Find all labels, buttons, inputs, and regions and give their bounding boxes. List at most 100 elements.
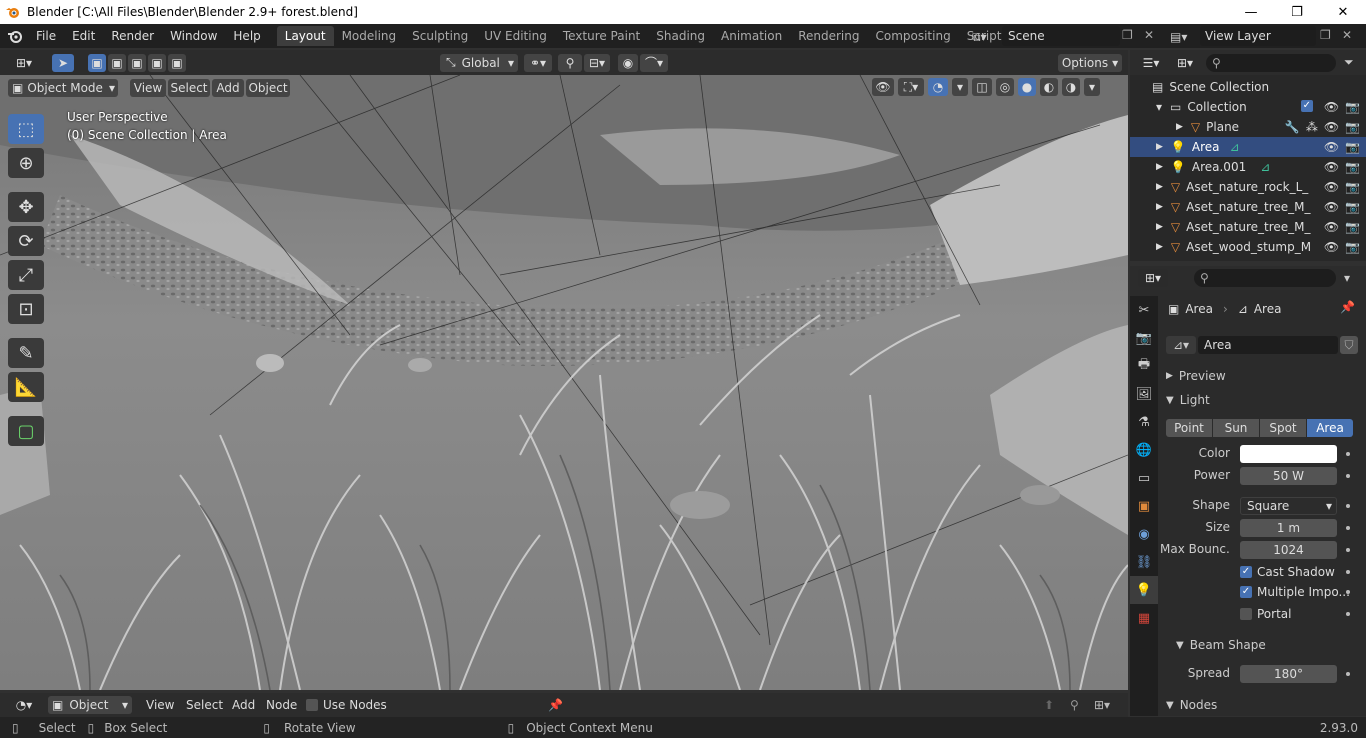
select-invert-icon[interactable]: ▣ [148, 53, 166, 72]
viewport-menu-object[interactable]: Object [246, 79, 290, 97]
eye-icon[interactable]: 👁 [1324, 160, 1339, 174]
scene-browse-icon[interactable]: ⧉▾ [972, 28, 1000, 46]
keyframe-dot-icon[interactable] [1346, 526, 1350, 530]
delete-scene-icon[interactable]: ✕ [1144, 28, 1162, 46]
expand-arrow-icon[interactable]: ▶ [1156, 242, 1163, 252]
camera-icon[interactable]: 📷 [1345, 160, 1360, 174]
light-type-sun[interactable]: Sun [1213, 419, 1259, 437]
eye-icon[interactable]: 👁 [1324, 240, 1339, 254]
pin-icon[interactable]: 📌 [1340, 300, 1355, 314]
node-menu-select[interactable]: Select [186, 698, 223, 712]
menu-file[interactable]: File [28, 29, 64, 43]
editor-type-icon[interactable]: ⊞▾ [8, 53, 40, 72]
physics-tab-icon[interactable]: ◉ [1130, 520, 1158, 548]
nodes-panel-header[interactable]: ▼ Nodes [1160, 695, 1366, 715]
proportional-edit-icon[interactable]: ◉ [618, 53, 638, 72]
node-editor-type-icon[interactable]: ◔▾ [8, 696, 40, 714]
close-button[interactable]: ✕ [1320, 0, 1366, 24]
outliner-scene-collection[interactable]: ▤ Scene Collection [1130, 77, 1366, 97]
eye-icon[interactable]: 👁 [1324, 200, 1339, 214]
eye-icon[interactable]: 👁 [1324, 100, 1339, 114]
expand-arrow-icon[interactable]: ▾ [1156, 100, 1162, 114]
chevron-down-icon[interactable]: ▾ [1344, 271, 1350, 285]
expand-arrow-icon[interactable]: ▶ [1156, 162, 1163, 172]
3d-viewport[interactable]: User Perspective (0) Scene Collection | … [0, 75, 1128, 690]
node-menu-add[interactable]: Add [232, 698, 255, 712]
expand-arrow-icon[interactable]: ▶ [1156, 142, 1163, 152]
camera-icon[interactable]: 📷 [1345, 240, 1360, 254]
view-layer-selector[interactable]: View Layer [1200, 26, 1316, 46]
select-new-icon[interactable]: ▣ [88, 53, 106, 72]
outliner-collection-row[interactable]: ▾ ▭ Collection ✓ 👁 📷 [1130, 97, 1366, 117]
datablock-name-field[interactable]: Area [1198, 336, 1338, 354]
menu-window[interactable]: Window [162, 29, 225, 43]
power-field[interactable]: 50 W [1240, 467, 1337, 485]
overlay-icon[interactable]: ◔ [928, 78, 948, 96]
tab-animation[interactable]: Animation [713, 26, 790, 46]
shader-type-dropdown[interactable]: ▣ Object ▾ [48, 696, 132, 714]
pin-icon[interactable]: 📌 [548, 698, 563, 712]
properties-editor-type-icon[interactable]: ⊞▾ [1138, 269, 1168, 287]
tool-tab-icon[interactable]: ✂ [1130, 296, 1158, 324]
menu-render[interactable]: Render [103, 29, 162, 43]
delete-view-layer-icon[interactable]: ✕ [1342, 28, 1360, 46]
datablock-browse-icon[interactable]: ⊿▾ [1166, 336, 1196, 354]
eye-icon[interactable]: 👁 [1324, 140, 1339, 154]
snap-toggle-icon[interactable]: ⚲ [558, 53, 582, 72]
texture-tab-icon[interactable]: ▦ [1130, 604, 1158, 632]
node-menu-node[interactable]: Node [266, 698, 297, 712]
rotate-tool-icon[interactable]: ⟳ [8, 226, 44, 256]
eye-icon[interactable]: 👁 [1324, 220, 1339, 234]
menu-help[interactable]: Help [225, 29, 268, 43]
tab-modeling[interactable]: Modeling [334, 26, 405, 46]
constraints-tab-icon[interactable]: ⛓ [1130, 548, 1158, 576]
tweak-tool-icon[interactable]: ➤ [52, 53, 74, 72]
view-layer-browse-icon[interactable]: ▤▾ [1170, 28, 1198, 46]
properties-search-field[interactable]: ⚲ [1194, 269, 1336, 287]
camera-icon[interactable]: 📷 [1345, 180, 1360, 194]
light-type-point[interactable]: Point [1166, 419, 1212, 437]
outliner-row[interactable]: ▶ ▽ Aset_wood_stump_M 👁 📷 [1130, 237, 1366, 257]
new-scene-icon[interactable]: ❐ [1122, 28, 1140, 46]
move-tool-icon[interactable]: ✥ [8, 192, 44, 222]
camera-icon[interactable]: 📷 [1345, 140, 1360, 154]
select-subtract-icon[interactable]: ▣ [128, 53, 146, 72]
object-tab-icon[interactable]: ▣ [1130, 492, 1158, 520]
color-swatch[interactable] [1240, 445, 1337, 463]
max-bounces-field[interactable]: 1024 [1240, 541, 1337, 559]
transform-tool-icon[interactable]: ⊡ [8, 294, 44, 324]
shading-dropdown-icon[interactable]: ▾ [1084, 78, 1100, 96]
keyframe-dot-icon[interactable] [1346, 612, 1350, 616]
camera-icon[interactable]: 📷 [1345, 100, 1360, 114]
outliner-row[interactable]: ▶ ▽ Plane 🔧 ⁂ 👁 📷 [1130, 117, 1366, 137]
solid-shading-icon[interactable]: ● [1018, 78, 1036, 96]
portal-checkbox[interactable]: Portal [1240, 607, 1291, 621]
add-cube-tool-icon[interactable]: ▢ [8, 416, 44, 446]
snap-target-icon[interactable]: ⊟▾ [584, 53, 610, 72]
snap-icon[interactable]: ⚲ [1070, 698, 1079, 712]
outliner-search-field[interactable]: ⚲ [1206, 53, 1336, 72]
select-extend-icon[interactable]: ▣ [108, 53, 126, 72]
light-panel-header[interactable]: ▼ Light [1160, 390, 1366, 410]
tab-uv-editing[interactable]: UV Editing [476, 26, 555, 46]
viewport-menu-view[interactable]: View [130, 79, 166, 97]
camera-icon[interactable]: 📷 [1345, 200, 1360, 214]
light-data-tab-icon[interactable]: 💡 [1130, 576, 1158, 604]
expand-arrow-icon[interactable]: ▶ [1176, 122, 1183, 132]
filter-icon[interactable]: ⏷ [1344, 55, 1354, 70]
scene-selector[interactable]: Scene [1002, 26, 1120, 46]
camera-icon[interactable]: 📷 [1345, 120, 1360, 134]
eye-icon[interactable]: 👁 [1324, 180, 1339, 194]
expand-arrow-icon[interactable]: ▶ [1156, 202, 1163, 212]
camera-icon[interactable]: 📷 [1345, 220, 1360, 234]
selection-mode-icons[interactable]: ▣ ▣ ▣ ▣ ▣ [88, 53, 186, 72]
minimize-button[interactable]: — [1228, 0, 1274, 24]
outliner-display-mode-icon[interactable]: ⊞▾ [1170, 53, 1200, 72]
tab-layout[interactable]: Layout [276, 26, 334, 46]
outliner-editor-type-icon[interactable]: ☰▾ [1136, 53, 1166, 72]
scene-tab-icon[interactable]: ⚗ [1130, 408, 1158, 436]
options-dropdown[interactable]: Options ▾ [1058, 53, 1122, 72]
proportional-falloff-icon[interactable]: ⌒▾ [640, 53, 668, 72]
view-layer-tab-icon[interactable]: 🖼 [1130, 380, 1158, 408]
use-nodes-checkbox[interactable]: Use Nodes [306, 698, 387, 712]
